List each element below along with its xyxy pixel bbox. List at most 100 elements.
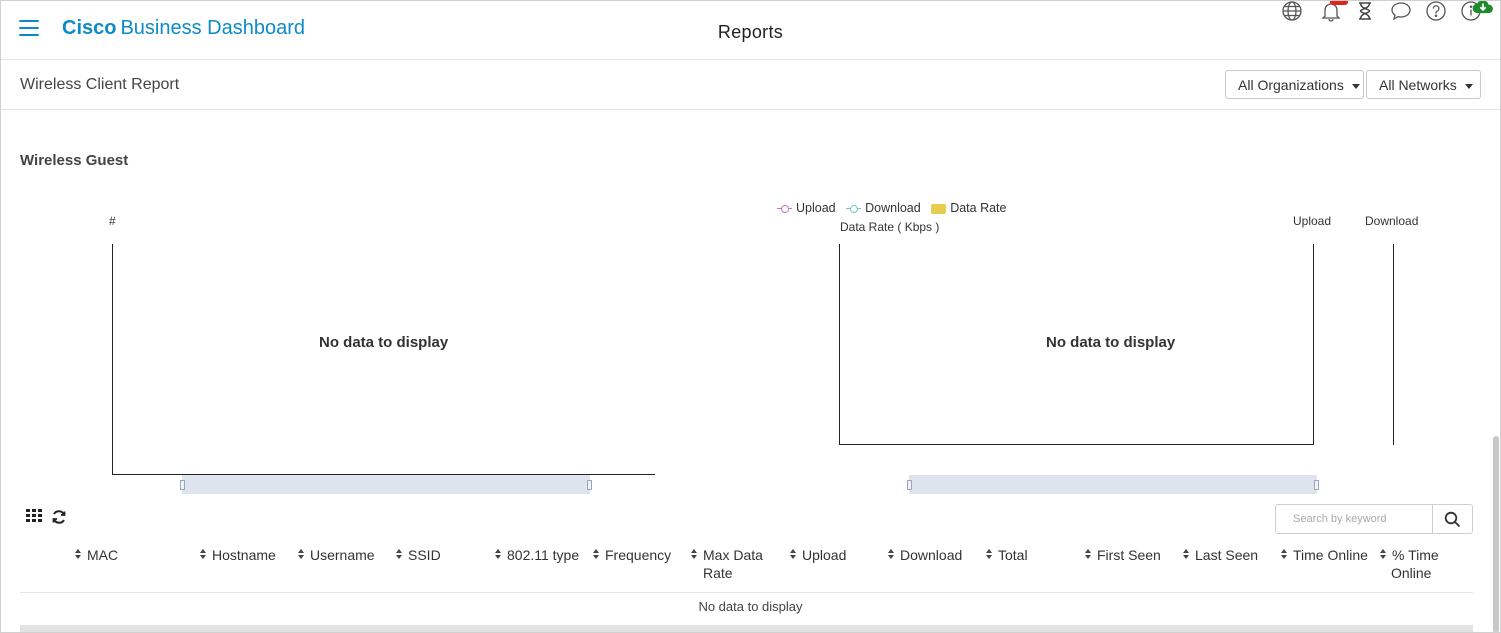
sort-icon — [495, 549, 502, 559]
right-chart-y-axis — [839, 244, 840, 445]
legend-data-rate[interactable]: Data Rate — [931, 201, 1006, 215]
column-header-label: Username — [310, 547, 375, 563]
column-header-label: SSID — [408, 547, 441, 563]
sort-icon — [200, 549, 207, 559]
sort-icon — [1183, 549, 1190, 559]
column-header-label: Last Seen — [1195, 547, 1259, 563]
globe-icon[interactable] — [1281, 0, 1303, 22]
right-chart-empty-message: No data to display — [1046, 334, 1176, 351]
column-header-label: First Seen — [1097, 547, 1161, 563]
upload-legend-icon — [777, 204, 792, 214]
sort-icon — [298, 549, 305, 559]
zoom-handle-right[interactable] — [1314, 480, 1319, 490]
column-header-label: MAC — [87, 547, 119, 563]
column-header-hostname[interactable]: Hostname — [200, 546, 276, 564]
column-chooser-icon[interactable] — [26, 509, 44, 528]
column-header-label: Hostname — [212, 547, 276, 563]
report-header: Wireless Client Report All Organizations… — [0, 60, 1501, 110]
sort-icon — [396, 549, 403, 559]
right-chart-zoom-slider[interactable] — [907, 475, 1319, 494]
column-header-label: % Time — [1392, 547, 1439, 563]
column-header-max-data-rate[interactable]: Max Data Rate — [691, 546, 763, 582]
column-header-username[interactable]: Username — [298, 546, 375, 564]
column-header-80211-type[interactable]: 802.11 type — [495, 546, 579, 564]
sort-icon — [1380, 549, 1387, 559]
notification-count-badge: 46 — [1330, 0, 1349, 5]
chevron-down-icon — [1464, 83, 1473, 89]
column-header-label: Time Online — [1293, 547, 1368, 563]
horizontal-scrollbar[interactable] — [20, 625, 1473, 633]
right-chart-x-axis — [839, 444, 1314, 445]
top-bar: CiscoBusiness Dashboard Reports 46 — [0, 0, 1501, 60]
right-chart-download-axis-label: Download — [1365, 214, 1419, 228]
chat-icon[interactable] — [1390, 0, 1412, 22]
vertical-scrollbar[interactable] — [1493, 436, 1499, 633]
column-header-total[interactable]: Total — [986, 546, 1028, 564]
legend-upload[interactable]: Upload — [777, 201, 836, 215]
column-header-mac[interactable]: MAC — [75, 546, 118, 564]
table-search — [1275, 504, 1473, 534]
cloud-update-icon — [1472, 0, 1493, 14]
chevron-down-icon — [1351, 83, 1360, 89]
chart-legend: Upload Download Data Rate — [777, 201, 1013, 215]
left-chart-y-label: # — [109, 214, 116, 228]
organization-dropdown[interactable]: All Organizations — [1225, 70, 1364, 99]
legend-download[interactable]: Download — [846, 201, 921, 215]
sort-icon — [593, 549, 600, 559]
refresh-icon[interactable] — [51, 509, 67, 530]
right-chart-upload-axis-label: Upload — [1293, 214, 1332, 228]
right-chart-y-label: Data Rate ( Kbps ) — [840, 220, 940, 234]
sort-icon — [1281, 549, 1288, 559]
column-header-upload[interactable]: Upload — [790, 546, 846, 564]
column-header-percent-time-online[interactable]: % Time Online — [1380, 546, 1439, 582]
column-header-label-line2: Rate — [703, 565, 733, 581]
legend-download-label: Download — [865, 201, 921, 215]
section-title: Wireless Guest — [20, 152, 129, 169]
column-header-label: Total — [998, 547, 1028, 563]
right-chart-download-axis — [1393, 244, 1394, 445]
legend-upload-label: Upload — [796, 201, 836, 215]
hourglass-icon[interactable] — [1354, 0, 1376, 22]
left-chart-empty-message: No data to display — [319, 334, 449, 351]
search-input[interactable] — [1277, 506, 1433, 532]
left-chart-y-axis — [112, 244, 113, 475]
info-icon[interactable] — [1460, 0, 1493, 22]
column-header-label: Upload — [802, 547, 847, 563]
legend-data-rate-label: Data Rate — [950, 201, 1007, 215]
column-header-label: Download — [900, 547, 963, 563]
right-chart-upload-axis — [1313, 244, 1314, 445]
sort-icon — [691, 549, 698, 559]
data-rate-legend-icon — [931, 203, 947, 214]
column-header-ssid[interactable]: SSID — [396, 546, 441, 564]
report-title: Wireless Client Report — [20, 76, 180, 93]
sort-icon — [75, 549, 82, 559]
page-title: Reports — [717, 22, 784, 42]
column-header-label-line2: Online — [1391, 565, 1432, 581]
zoom-handle-left[interactable] — [907, 480, 912, 490]
zoom-handle-right[interactable] — [587, 480, 592, 490]
network-dropdown[interactable]: All Networks — [1366, 70, 1481, 99]
notifications-bell-icon[interactable]: 46 — [1320, 0, 1349, 22]
network-dropdown-label: All Networks — [1379, 77, 1457, 93]
column-header-download[interactable]: Download — [888, 546, 962, 564]
table-empty-message: No data to display — [698, 599, 803, 614]
column-header-frequency[interactable]: Frequency — [593, 546, 671, 564]
column-header-label: Max Data — [703, 547, 763, 563]
zoom-handle-left[interactable] — [180, 480, 185, 490]
search-button[interactable] — [1432, 505, 1472, 533]
sort-icon — [790, 549, 797, 559]
column-header-first-seen[interactable]: First Seen — [1085, 546, 1161, 564]
sort-icon — [1085, 549, 1092, 559]
download-legend-icon — [846, 204, 862, 214]
column-header-time-online[interactable]: Time Online — [1281, 546, 1368, 564]
left-chart-zoom-slider[interactable] — [180, 475, 592, 494]
organization-dropdown-label: All Organizations — [1238, 77, 1344, 93]
sort-icon — [986, 549, 993, 559]
sort-icon — [888, 549, 895, 559]
column-header-label: 802.11 type — [507, 547, 580, 563]
column-header-last-seen[interactable]: Last Seen — [1183, 546, 1258, 564]
help-icon[interactable] — [1425, 0, 1447, 22]
search-icon — [1444, 511, 1461, 528]
table-header-divider — [20, 592, 1473, 593]
column-header-label: Frequency — [605, 547, 672, 563]
